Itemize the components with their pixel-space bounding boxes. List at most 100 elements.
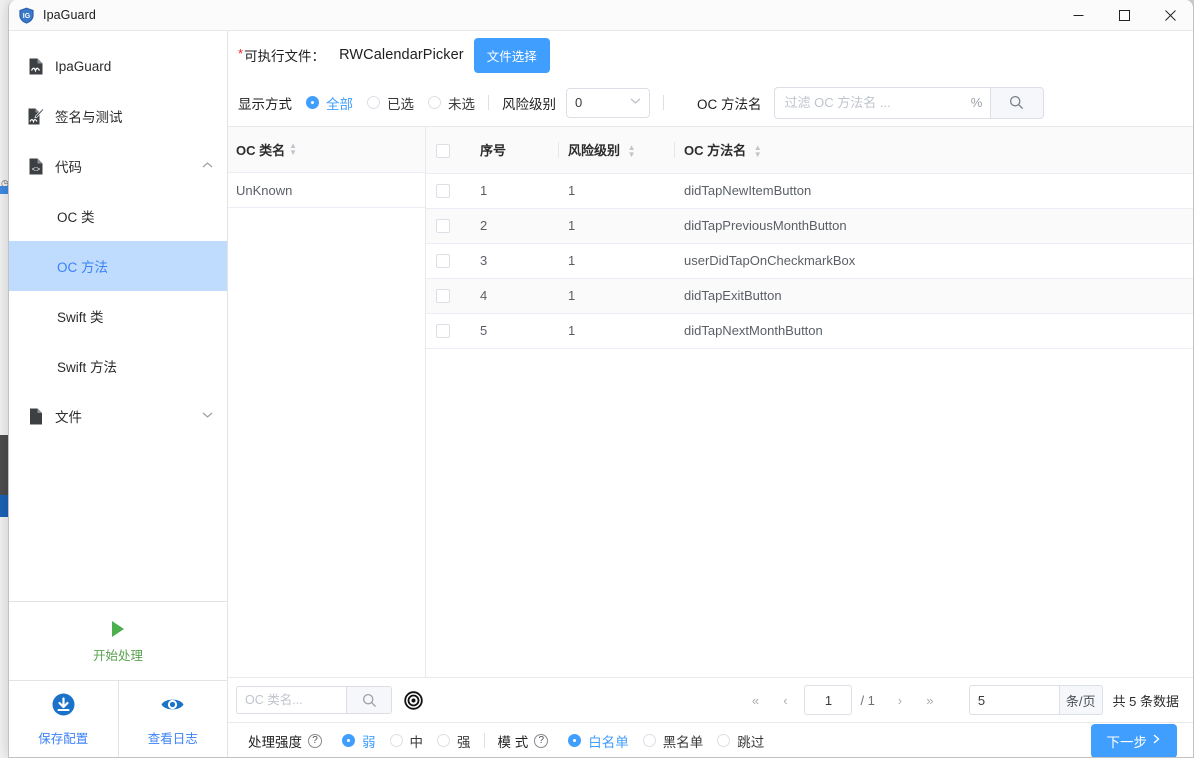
table-row[interactable]: 3 1 userDidTapOnCheckmarkBox: [426, 243, 1193, 279]
column-header-risk[interactable]: 风险级别 ▲ ▼: [558, 127, 674, 174]
help-icon[interactable]: ?: [534, 733, 549, 748]
minimize-icon[interactable]: [1055, 0, 1101, 31]
mode-whitelist[interactable]: 白名单: [568, 731, 629, 751]
content-area: OC 类名 ▲ ▼ UnKnown 序号 风险级别 ▲ ▼ OC 方法名 ▲ ▼…: [228, 126, 1193, 677]
strength-radio-group: 弱 中 强: [328, 731, 471, 751]
chevron-left-icon[interactable]: ‹: [770, 686, 800, 714]
row-checkbox[interactable]: [436, 219, 450, 234]
table-row[interactable]: 2 1 didTapPreviousMonthButton: [426, 208, 1193, 244]
display-mode-all[interactable]: 全部: [306, 93, 353, 113]
row-select-cell: [426, 208, 470, 244]
display-mode-unselected-label: 未选: [448, 96, 475, 112]
strength-strong[interactable]: 强: [437, 731, 471, 751]
display-mode-selected[interactable]: 已选: [367, 93, 414, 113]
strength-label-text: 处理强度: [248, 734, 302, 750]
pagination: « ‹ / 1 › » 条/页 共 5 条数据: [740, 685, 1193, 715]
sidebar-item-swift-method[interactable]: Swift 方法: [9, 341, 227, 391]
list-item[interactable]: UnKnown: [228, 173, 425, 208]
table-row[interactable]: 1 1 didTapNewItemButton: [426, 173, 1193, 209]
save-config-button[interactable]: 保存配置: [9, 681, 118, 757]
choose-file-button[interactable]: 文件选择: [473, 37, 550, 73]
options-divider: [483, 733, 485, 748]
class-search-button[interactable]: [346, 686, 392, 714]
strength-medium[interactable]: 中: [389, 731, 423, 751]
sidebar-item-sign-and-test[interactable]: 签名与测试: [9, 91, 227, 141]
class-search-input[interactable]: [236, 686, 346, 714]
method-filter-input[interactable]: [773, 86, 964, 119]
sidebar-group-code[interactable]: <> 代码: [9, 141, 227, 191]
row-checkbox[interactable]: [436, 184, 450, 199]
display-mode-radio-group: 全部 已选 未选: [292, 93, 475, 113]
row-checkbox[interactable]: [436, 289, 450, 304]
sort-icon[interactable]: ▲ ▼: [289, 141, 297, 156]
sort-icon[interactable]: ▲ ▼: [628, 143, 636, 158]
table-header-row: 序号 风险级别 ▲ ▼ OC 方法名 ▲ ▼: [426, 127, 1193, 174]
class-list-rows: UnKnown: [228, 173, 425, 677]
strength-weak[interactable]: 弱: [342, 731, 376, 751]
row-select-cell: [426, 243, 470, 279]
row-index: 4: [470, 278, 558, 314]
table-row[interactable]: 5 1 didTapNextMonthButton: [426, 313, 1193, 349]
sidebar-item-oc-method[interactable]: OC 方法: [9, 241, 227, 291]
sidebar-item-label: Swift 类: [57, 310, 104, 325]
radio-dot-icon: [437, 734, 450, 747]
page-number-input[interactable]: [804, 685, 853, 715]
row-method-name: didTapNextMonthButton: [674, 313, 1193, 349]
method-table: 序号 风险级别 ▲ ▼ OC 方法名 ▲ ▼ 1 1 didTapNewItem…: [426, 127, 1193, 349]
chevron-right-icon[interactable]: ›: [885, 686, 915, 714]
table-row[interactable]: 4 1 didTapExitButton: [426, 278, 1193, 314]
risk-level-label: 风险级别: [502, 96, 556, 112]
sidebar-item-label: 签名与测试: [55, 110, 123, 125]
toolbar-divider: [488, 95, 489, 110]
risk-level-select[interactable]: 0: [566, 87, 650, 118]
chevron-down-icon: [630, 97, 641, 108]
title-bar: IG IpaGuard: [9, 0, 1193, 31]
executable-toolbar: * 可执行文件： RWCalendarPicker 文件选择: [228, 31, 1193, 79]
eye-circle-icon: [160, 692, 185, 722]
row-checkbox[interactable]: [436, 254, 450, 269]
display-mode-unselected[interactable]: 未选: [428, 93, 475, 113]
sort-icon[interactable]: ▲ ▼: [754, 143, 762, 158]
sidebar-group-files[interactable]: 文件: [9, 391, 227, 441]
class-name-value: UnKnown: [236, 182, 293, 198]
mode-skip[interactable]: 跳过: [717, 731, 764, 751]
download-circle-icon: [51, 692, 76, 722]
radio-dot-icon: [389, 734, 403, 747]
risk-level-value: 0: [575, 95, 583, 110]
view-log-button[interactable]: 查看日志: [117, 681, 228, 757]
column-header-method[interactable]: OC 方法名 ▲ ▼: [674, 127, 1193, 174]
double-chevron-left-icon[interactable]: «: [740, 686, 770, 714]
chevron-up-icon[interactable]: [202, 160, 213, 172]
start-process-label: 开始处理: [92, 649, 143, 663]
class-list-header[interactable]: OC 类名 ▲ ▼: [228, 127, 425, 173]
close-icon[interactable]: [1147, 0, 1193, 31]
mode-whitelist-label: 白名单: [588, 734, 629, 750]
method-filter-search-button[interactable]: [989, 86, 1044, 119]
chevron-down-icon[interactable]: [202, 410, 213, 422]
sidebar-item-oc-class[interactable]: OC 类: [9, 191, 227, 241]
start-process-button[interactable]: 开始处理: [9, 601, 227, 680]
mode-blacklist[interactable]: 黑名单: [642, 731, 703, 751]
radio-dot-icon: [428, 96, 441, 109]
double-chevron-right-icon[interactable]: »: [915, 686, 945, 714]
next-step-button[interactable]: 下一步: [1090, 723, 1177, 757]
help-icon[interactable]: ?: [308, 733, 322, 748]
sidebar-bottom-actions: 保存配置 查看日志: [9, 680, 228, 757]
svg-text:<>: <>: [32, 166, 40, 174]
select-all-header: [426, 127, 470, 174]
select-all-checkbox[interactable]: [436, 143, 450, 158]
sidebar-item-ipaguard[interactable]: IpaGuard: [9, 41, 227, 91]
radio-dot-icon: [367, 96, 380, 109]
method-table-body: 1 1 didTapNewItemButton 2 1 didTapPrevio…: [426, 173, 1193, 349]
options-bar: 处理强度 ? 弱 中 强 模 式 ? 白名单 黑名单 跳过 下一步: [228, 722, 1193, 757]
target-icon[interactable]: [404, 690, 423, 710]
maximize-icon[interactable]: [1101, 0, 1147, 31]
sidebar-item-swift-class[interactable]: Swift 类: [9, 291, 227, 341]
row-select-cell: [426, 313, 470, 349]
view-log-label: 查看日志: [147, 732, 198, 746]
column-label: 序号: [480, 143, 507, 159]
row-checkbox[interactable]: [436, 324, 450, 339]
page-size-input[interactable]: [968, 685, 1059, 715]
mode-label-text: 模 式: [497, 734, 529, 750]
column-header-index: 序号: [470, 127, 558, 174]
